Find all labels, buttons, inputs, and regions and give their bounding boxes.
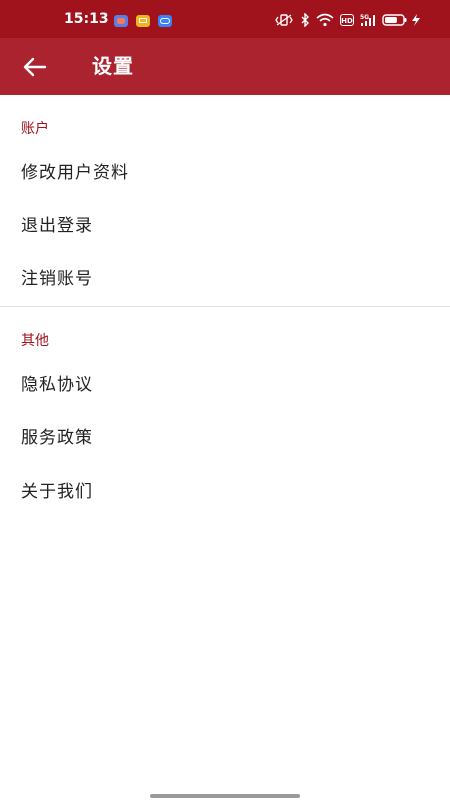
- section-header-account: 账户: [21, 121, 49, 137]
- menu-item-logout[interactable]: 退出登录: [0, 200, 450, 253]
- app-bar: 设置: [0, 38, 450, 95]
- back-button[interactable]: [18, 52, 52, 82]
- menu-item-delete-account[interactable]: 注销账号: [0, 253, 450, 306]
- notification-app-icon: [114, 15, 128, 27]
- wifi-icon: [316, 13, 334, 27]
- bluetooth-icon: [301, 13, 309, 27]
- menu-item-service-policy[interactable]: 服务政策: [0, 412, 450, 465]
- home-indicator[interactable]: [150, 794, 300, 798]
- section-header-other: 其他: [21, 333, 49, 349]
- status-indicators: HD 5G: [274, 13, 424, 29]
- menu-item-label: 关于我们: [21, 482, 93, 502]
- notification-link-icon: [158, 15, 172, 27]
- status-time: 15:13: [64, 11, 109, 27]
- charging-icon: [412, 14, 420, 26]
- menu-item-label: 服务政策: [21, 428, 93, 448]
- section-divider: [0, 306, 450, 307]
- battery-icon: [382, 14, 407, 26]
- signal-icon: 5G: [360, 14, 375, 26]
- status-bar: 15:13 HD 5G: [0, 0, 450, 38]
- menu-item-label: 注销账号: [21, 269, 93, 289]
- settings-screen: 15:13 HD 5G 设置 账户 修改用户资料 退出登录 注销账号 其他 隐私…: [0, 0, 450, 800]
- page-title: 设置: [92, 54, 134, 78]
- menu-item-label: 隐私协议: [21, 375, 93, 395]
- svg-text:5G: 5G: [360, 14, 369, 21]
- menu-item-privacy-policy[interactable]: 隐私协议: [0, 359, 450, 412]
- hd-icon: HD: [340, 14, 354, 26]
- arrow-left-icon: [23, 57, 47, 77]
- menu-item-edit-profile[interactable]: 修改用户资料: [0, 147, 450, 200]
- menu-item-about-us[interactable]: 关于我们: [0, 466, 450, 519]
- notification-message-icon: [136, 15, 150, 27]
- vibrate-icon: [275, 14, 293, 26]
- menu-item-label: 修改用户资料: [21, 163, 129, 183]
- menu-item-label: 退出登录: [21, 216, 93, 236]
